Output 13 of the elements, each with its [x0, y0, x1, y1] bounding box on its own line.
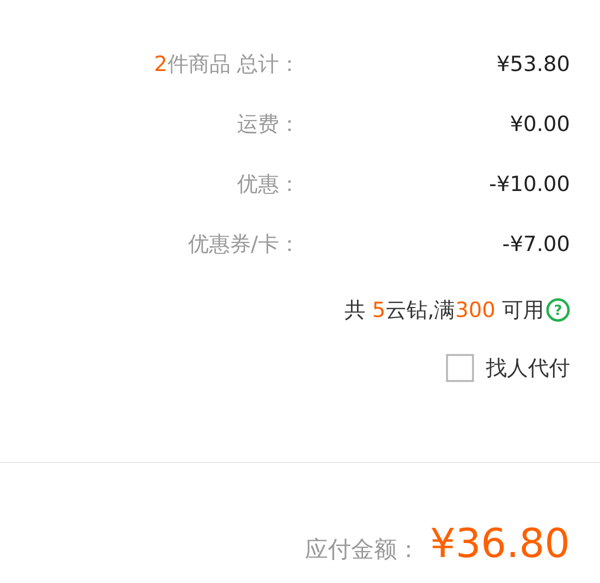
checkbox-label[interactable]: 找人代付 — [486, 354, 570, 382]
summary-value: -¥7.00 — [502, 231, 570, 258]
amount-due-value: ¥36.80 — [430, 521, 570, 567]
summary-label: 运费： — [237, 111, 300, 138]
summary-value: -¥10.00 — [488, 171, 570, 198]
summary-label: 优惠： — [237, 171, 300, 198]
summary-value: ¥0.00 — [510, 111, 570, 138]
summary-value: ¥53.80 — [496, 51, 570, 78]
cloud-diamond-note: 共 5云钻,满300 可用 — [344, 297, 544, 324]
checkbox[interactable] — [446, 354, 474, 382]
summary-label: 优惠券/卡： — [188, 231, 300, 258]
amount-due-label: 应付金额： — [305, 536, 420, 565]
summary-label: 2件商品 总计： — [154, 51, 300, 78]
